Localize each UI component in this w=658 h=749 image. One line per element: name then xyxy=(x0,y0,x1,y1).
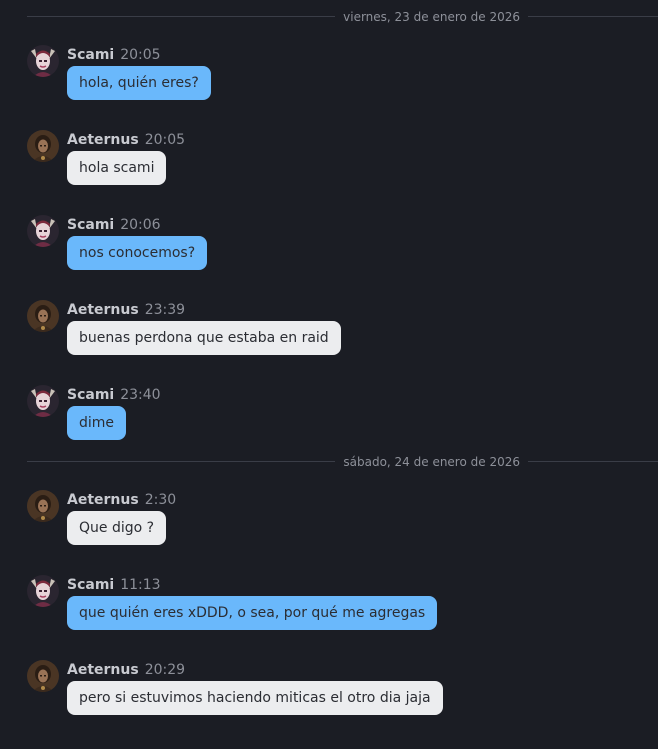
message-time: 20:05 xyxy=(120,47,161,63)
message-time: 20:05 xyxy=(144,132,186,148)
message-time: 2:30 xyxy=(144,492,177,508)
message-header: Aeternus 20:29 xyxy=(67,660,185,679)
message-header: Aeternus 20:05 xyxy=(67,130,185,149)
date-divider-label: viernes, 23 de enero de 2026 xyxy=(343,9,520,24)
scami-avatar-icon[interactable] xyxy=(27,575,59,607)
author-name[interactable]: Scami xyxy=(67,577,114,593)
message-header: Scami 20:06 xyxy=(67,215,161,234)
message-header: Scami 23:40 xyxy=(67,385,161,404)
scami-avatar-icon[interactable] xyxy=(27,45,59,77)
message-time: 20:29 xyxy=(144,662,186,678)
author-name[interactable]: Aeternus xyxy=(67,662,139,678)
scami-avatar-icon[interactable] xyxy=(27,215,59,247)
message-bubble[interactable]: dime xyxy=(67,406,127,440)
message-header: Scami 20:05 xyxy=(67,45,161,64)
chat-transcript: viernes, 23 de enero de 2026 Scami 20:05 … xyxy=(0,0,658,749)
aeternus-avatar-icon[interactable] xyxy=(27,660,59,692)
author-name[interactable]: Scami xyxy=(67,387,114,403)
divider-line xyxy=(27,461,336,462)
message-bubble[interactable]: pero si estuvimos haciendo miticas el ot… xyxy=(67,681,443,715)
message-header: Aeternus 2:30 xyxy=(67,490,176,509)
message-time: 20:06 xyxy=(120,217,161,233)
author-name[interactable]: Scami xyxy=(67,47,114,63)
message-bubble[interactable]: Que digo ? xyxy=(67,511,167,545)
divider-line xyxy=(27,16,336,17)
message-time: 23:39 xyxy=(144,302,186,318)
message-time: 23:40 xyxy=(120,387,161,403)
author-name[interactable]: Aeternus xyxy=(67,302,139,318)
scami-avatar-icon[interactable] xyxy=(27,385,59,417)
message-header: Scami 11:13 xyxy=(67,575,161,594)
aeternus-avatar-icon[interactable] xyxy=(27,300,59,332)
author-name[interactable]: Scami xyxy=(67,217,114,233)
aeternus-avatar-icon[interactable] xyxy=(27,130,59,162)
date-divider: viernes, 23 de enero de 2026 xyxy=(27,10,658,24)
message-bubble[interactable]: que quién eres xDDD, o sea, por qué me a… xyxy=(67,596,438,630)
date-divider: sábado, 24 de enero de 2026 xyxy=(27,455,658,469)
message-bubble[interactable]: hola scami xyxy=(67,151,167,185)
message-bubble[interactable]: hola, quién eres? xyxy=(67,66,211,100)
author-name[interactable]: Aeternus xyxy=(67,132,139,148)
message-bubble[interactable]: nos conocemos? xyxy=(67,236,208,270)
divider-line xyxy=(528,461,658,462)
message-header: Aeternus 23:39 xyxy=(67,300,185,319)
date-divider-label: sábado, 24 de enero de 2026 xyxy=(343,454,520,469)
divider-line xyxy=(528,16,658,17)
aeternus-avatar-icon[interactable] xyxy=(27,490,59,522)
message-time: 11:13 xyxy=(120,577,161,593)
author-name[interactable]: Aeternus xyxy=(67,492,139,508)
message-bubble[interactable]: buenas perdona que estaba en raid xyxy=(67,321,341,355)
